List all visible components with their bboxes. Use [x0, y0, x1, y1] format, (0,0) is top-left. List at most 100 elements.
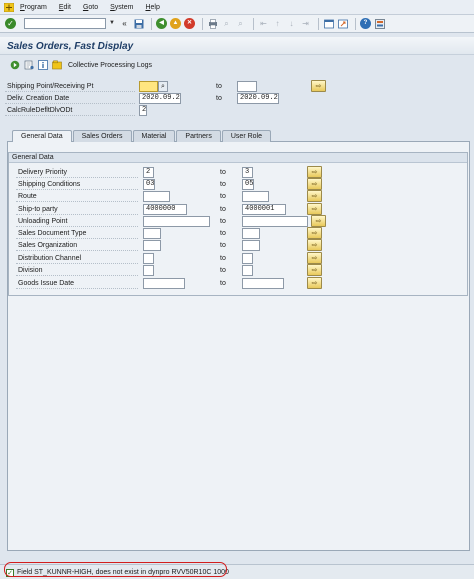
print-icon[interactable]: [207, 18, 218, 29]
menu-system[interactable]: System: [110, 4, 133, 11]
multiple-selection-icon[interactable]: ⇨: [307, 190, 322, 202]
get-variant-icon[interactable]: [24, 60, 34, 70]
tab-material[interactable]: Material: [132, 130, 176, 142]
delivery-creation-date-from-input[interactable]: 2020.09.23: [139, 93, 181, 104]
shipping-point-to-input[interactable]: [237, 81, 257, 92]
tab-general-data[interactable]: General Data: [12, 130, 72, 142]
menu-goto[interactable]: Goto: [83, 4, 98, 11]
next-page-icon[interactable]: ↓: [286, 18, 297, 29]
sales-document-type-to-input[interactable]: [242, 228, 260, 239]
history-icon[interactable]: «: [119, 18, 130, 29]
menu-bar: Program Edit Goto System Help: [0, 0, 474, 15]
help-icon[interactable]: ?: [360, 18, 371, 29]
back-icon[interactable]: ◀: [156, 18, 167, 29]
last-page-icon[interactable]: ⇥: [300, 18, 311, 29]
multiple-selection-icon[interactable]: ⇨: [307, 252, 322, 264]
menu-edit[interactable]: Edit: [59, 4, 71, 11]
toolbar-separator: [318, 17, 319, 30]
tab-strip: General Data Sales Orders Material Partn…: [12, 130, 272, 142]
cancel-icon[interactable]: ✕: [184, 18, 195, 29]
menu-help[interactable]: Help: [145, 4, 159, 11]
to-label: to: [216, 95, 222, 102]
standard-toolbar: ✓ ▼ « ◀ ▲ ✕ ⌕ ⌕ ⇤ ↑ ↓ ⇥ ?: [0, 15, 474, 33]
sales-document-type-label: Sales Document Type: [16, 228, 138, 239]
shipping-conditions-from-input[interactable]: 03: [143, 179, 155, 190]
division-from-input[interactable]: [143, 265, 154, 276]
division-to-input[interactable]: [242, 265, 253, 276]
multiple-selection-icon[interactable]: ⇨: [307, 277, 322, 289]
calc-rule-label: CalcRuleDefltDlvODt: [5, 105, 135, 116]
goods-issue-date-to-input[interactable]: [242, 278, 284, 289]
multiple-selection-icon[interactable]: ⇨: [311, 215, 326, 227]
sales-document-type-from-input[interactable]: [143, 228, 161, 239]
calc-rule-input[interactable]: 2: [139, 105, 147, 116]
delivery-priority-to-input[interactable]: 3: [242, 167, 253, 178]
shipping-point-label: Shipping Point/Receiving Pt: [5, 81, 135, 92]
shortcut-icon[interactable]: [337, 18, 348, 29]
division-label: Division: [16, 265, 138, 276]
route-from-input[interactable]: [143, 191, 170, 202]
to-label: to: [220, 193, 226, 200]
exit-icon[interactable]: ▲: [170, 18, 181, 29]
toolbar-separator: [202, 17, 203, 30]
delivery-creation-date-to-input[interactable]: 2020.09.23: [237, 93, 279, 104]
to-label: to: [220, 230, 226, 237]
distribution-channel-from-input[interactable]: [143, 253, 154, 264]
collective-processing-logs-button[interactable]: Collective Processing Logs: [68, 62, 152, 69]
multiple-selection-icon[interactable]: ⇨: [307, 239, 322, 251]
delivery-creation-date-label: Deliv. Creation Date: [5, 93, 135, 104]
ship-to-party-to-input[interactable]: 4000001: [242, 204, 286, 215]
highlight-ellipse: [4, 562, 227, 577]
menu-program[interactable]: Program: [20, 4, 47, 11]
toolbar-separator: [355, 17, 356, 30]
multiple-selection-icon[interactable]: ⇨: [307, 227, 322, 239]
unloading-point-to-input[interactable]: [242, 216, 308, 227]
to-label: to: [220, 218, 226, 225]
value-help-icon[interactable]: ⌕: [158, 81, 168, 92]
multiple-selection-icon[interactable]: ⇨: [311, 80, 326, 92]
multiple-selection-icon[interactable]: ⇨: [307, 203, 322, 215]
unloading-point-from-input[interactable]: [143, 216, 210, 227]
program-info-icon[interactable]: [38, 60, 48, 70]
route-label: Route: [16, 191, 138, 202]
find-icon[interactable]: ⌕: [221, 18, 232, 29]
sales-organization-from-input[interactable]: [143, 240, 161, 251]
first-page-icon[interactable]: ⇤: [258, 18, 269, 29]
route-to-input[interactable]: [242, 191, 269, 202]
toolbar-separator: [151, 17, 152, 30]
multiple-selection-icon[interactable]: ⇨: [307, 166, 322, 178]
command-field[interactable]: [24, 18, 106, 29]
enter-icon[interactable]: ✓: [5, 18, 16, 29]
ship-to-party-from-input[interactable]: 4000000: [143, 204, 187, 215]
toolbar-separator: [253, 17, 254, 30]
delivery-priority-from-input[interactable]: 2: [143, 167, 154, 178]
tab-partners[interactable]: Partners: [176, 130, 221, 142]
unloading-point-label: Unloading Point: [16, 216, 138, 227]
command-history-icon[interactable]: ▼: [109, 18, 117, 29]
collective-processing-logs-icon[interactable]: [52, 60, 62, 70]
distribution-channel-label: Distribution Channel: [16, 253, 138, 264]
sap-menu-icon[interactable]: [3, 2, 14, 12]
shipping-point-from-input[interactable]: [139, 81, 158, 92]
multiple-selection-icon[interactable]: ⇨: [307, 264, 322, 276]
application-toolbar: Collective Processing Logs: [0, 57, 474, 73]
goods-issue-date-from-input[interactable]: [143, 278, 185, 289]
multiple-selection-icon[interactable]: ⇨: [307, 178, 322, 190]
to-label: to: [220, 242, 226, 249]
execute-icon[interactable]: [10, 60, 20, 70]
ship-to-party-label: Ship-to party: [16, 204, 138, 215]
previous-page-icon[interactable]: ↑: [272, 18, 283, 29]
sales-organization-to-input[interactable]: [242, 240, 260, 251]
shipping-conditions-to-input[interactable]: 05: [242, 179, 254, 190]
distribution-channel-to-input[interactable]: [242, 253, 253, 264]
create-session-icon[interactable]: [323, 18, 334, 29]
tab-sales-orders[interactable]: Sales Orders: [72, 130, 132, 142]
customize-layout-icon[interactable]: [374, 18, 385, 29]
tab-user-role[interactable]: User Role: [221, 130, 271, 142]
to-label: to: [220, 267, 226, 274]
save-icon[interactable]: [133, 18, 144, 29]
find-next-icon[interactable]: ⌕: [235, 18, 246, 29]
page-title: Sales Orders, Fast Display: [7, 41, 134, 52]
to-label: to: [220, 181, 226, 188]
goods-issue-date-label: Goods Issue Date: [16, 278, 138, 289]
